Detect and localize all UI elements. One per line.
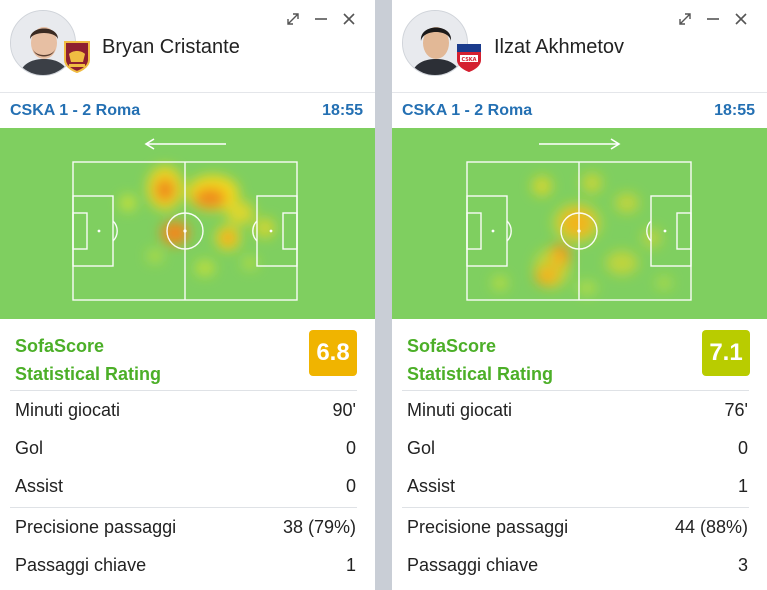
rating-label-line1: SofaScore bbox=[15, 336, 105, 356]
stat-value: 0 bbox=[345, 437, 356, 458]
stat-row: Gol 0 bbox=[15, 436, 356, 460]
rating-label: SofaScore Statistical Rating bbox=[407, 332, 553, 388]
stat-value: 0 bbox=[737, 437, 748, 458]
stat-row: Assist 1 bbox=[407, 474, 748, 498]
window-controls bbox=[279, 9, 363, 29]
match-title[interactable]: CSKA 1 - 2 Roma bbox=[402, 102, 532, 120]
match-title[interactable]: CSKA 1 - 2 Roma bbox=[10, 102, 140, 120]
expand-icon[interactable] bbox=[671, 9, 699, 29]
heatmap-pitch bbox=[392, 128, 767, 319]
stat-label: Minuti giocati bbox=[15, 399, 121, 420]
player-card-left: Bryan Cristante CSKA 1 - 2 Roma 18:55 So… bbox=[0, 0, 375, 590]
rating-label-line2: Statistical Rating bbox=[15, 364, 162, 384]
divider bbox=[402, 507, 749, 508]
divider bbox=[10, 390, 357, 391]
minimize-icon[interactable] bbox=[699, 9, 727, 29]
stat-label: Precisione passaggi bbox=[15, 516, 177, 537]
rating-label-line2: Statistical Rating bbox=[407, 364, 554, 384]
stat-value: 1 bbox=[737, 475, 748, 496]
rating-badge: 7.1 bbox=[702, 330, 750, 376]
stat-label: Minuti giocati bbox=[407, 399, 513, 420]
stat-row: Assist 0 bbox=[15, 474, 356, 498]
rating-label-line1: SofaScore bbox=[407, 336, 497, 356]
player-name: Bryan Cristante bbox=[102, 36, 240, 58]
stat-value: 76' bbox=[724, 399, 748, 420]
player-name: Ilzat Akhmetov bbox=[494, 36, 625, 58]
stat-value: 90' bbox=[332, 399, 356, 420]
card-header: CSKA Ilzat Akhmetov bbox=[392, 0, 767, 92]
close-icon[interactable] bbox=[335, 9, 363, 29]
player-card-right: CSKA Ilzat Akhmetov CSKA 1 - 2 Roma 18:5… bbox=[392, 0, 767, 590]
stat-row: Passaggi chiave 1 bbox=[15, 553, 356, 577]
heatmap-pitch bbox=[0, 128, 375, 319]
roma-crest-icon bbox=[63, 40, 91, 74]
rating-badge: 6.8 bbox=[309, 330, 357, 376]
stat-row: Minuti giocati 76' bbox=[407, 398, 748, 422]
rating-label: SofaScore Statistical Rating bbox=[15, 332, 161, 388]
stat-label: Passaggi chiave bbox=[15, 554, 147, 575]
stat-value: 1 bbox=[345, 554, 356, 575]
cska-crest-icon: CSKA bbox=[455, 40, 483, 74]
stat-row: Gol 0 bbox=[407, 436, 748, 460]
minimize-icon[interactable] bbox=[307, 9, 335, 29]
match-bar[interactable]: CSKA 1 - 2 Roma 18:55 bbox=[392, 92, 767, 128]
stat-row: Precisione passaggi 38 (79%) bbox=[15, 515, 356, 539]
svg-text:CSKA: CSKA bbox=[461, 57, 476, 63]
card-header: Bryan Cristante bbox=[0, 0, 375, 92]
stat-row: Minuti giocati 90' bbox=[15, 398, 356, 422]
close-icon[interactable] bbox=[727, 9, 755, 29]
window-controls bbox=[671, 9, 755, 29]
stat-value: 38 (79%) bbox=[282, 516, 356, 537]
stat-label: Assist bbox=[407, 475, 456, 496]
stat-label: Passaggi chiave bbox=[407, 554, 539, 575]
match-time: 18:55 bbox=[714, 102, 755, 119]
divider bbox=[10, 507, 357, 508]
stat-label: Gol bbox=[407, 437, 436, 458]
stat-value: 3 bbox=[737, 554, 748, 575]
match-bar[interactable]: CSKA 1 - 2 Roma 18:55 bbox=[0, 92, 375, 128]
expand-icon[interactable] bbox=[279, 9, 307, 29]
stat-value: 44 (88%) bbox=[674, 516, 748, 537]
divider bbox=[402, 390, 749, 391]
stat-label: Assist bbox=[15, 475, 64, 496]
stat-label: Precisione passaggi bbox=[407, 516, 569, 537]
stat-row: Precisione passaggi 44 (88%) bbox=[407, 515, 748, 539]
match-time: 18:55 bbox=[322, 102, 363, 119]
stat-value: 0 bbox=[345, 475, 356, 496]
stat-row: Passaggi chiave 3 bbox=[407, 553, 748, 577]
stat-label: Gol bbox=[15, 437, 44, 458]
